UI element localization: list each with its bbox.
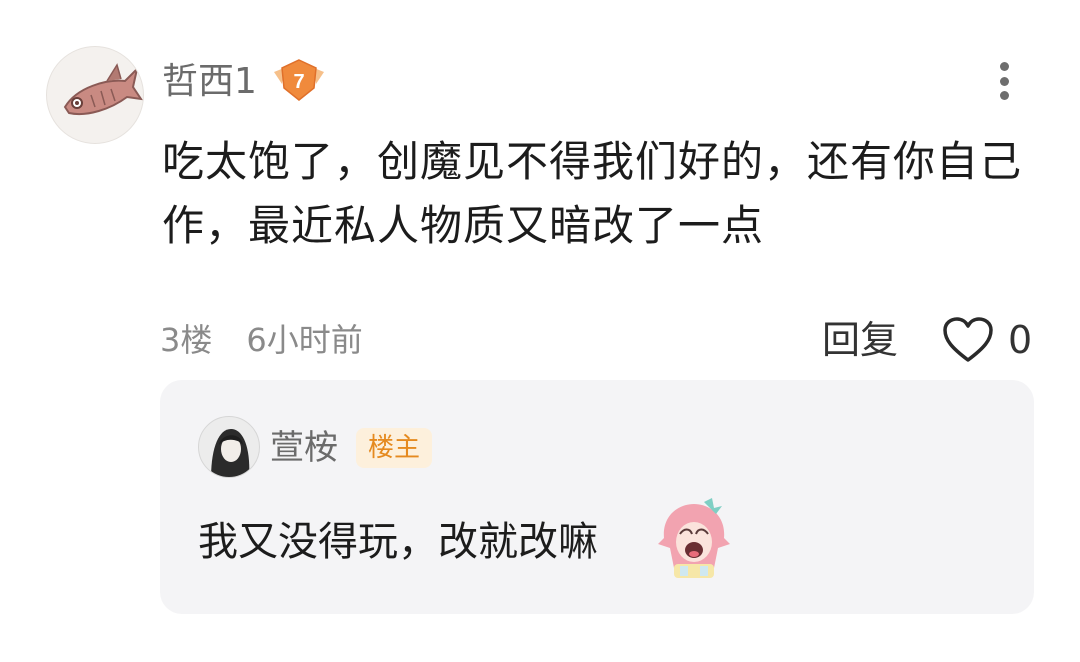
more-dots-icon bbox=[999, 62, 1009, 71]
comment-meta: 3楼 6小时前 bbox=[160, 318, 363, 362]
floor-number: 3楼 bbox=[160, 321, 213, 359]
username[interactable]: 哲西1 bbox=[162, 58, 257, 106]
comment-time: 6小时前 bbox=[246, 321, 363, 359]
heart-icon[interactable] bbox=[942, 316, 994, 364]
like-count: 0 bbox=[1008, 318, 1033, 362]
op-badge: 楼主 bbox=[356, 428, 433, 468]
reply-button[interactable]: 回复 bbox=[822, 316, 898, 364]
more-options-button[interactable] bbox=[988, 56, 1020, 106]
comment-text: 吃太饱了，创魔见不得我们好的，还有你自己作，最近私人物质又暗改了一点 bbox=[162, 137, 1023, 250]
level-badge-icon: 7 bbox=[270, 58, 328, 104]
reply-card[interactable]: 萱桉 楼主 我又没得玩，改就改嘛 bbox=[160, 380, 1034, 614]
reply-username[interactable]: 萱桉 bbox=[270, 426, 338, 470]
anime-sticker-icon bbox=[656, 498, 732, 580]
reply-user-avatar[interactable] bbox=[198, 416, 260, 478]
reply-text: 我又没得玩，改就改嘛 bbox=[198, 519, 598, 565]
fish-avatar-icon bbox=[63, 63, 143, 115]
level-number: 7 bbox=[293, 71, 304, 93]
user-avatar[interactable] bbox=[46, 46, 144, 144]
